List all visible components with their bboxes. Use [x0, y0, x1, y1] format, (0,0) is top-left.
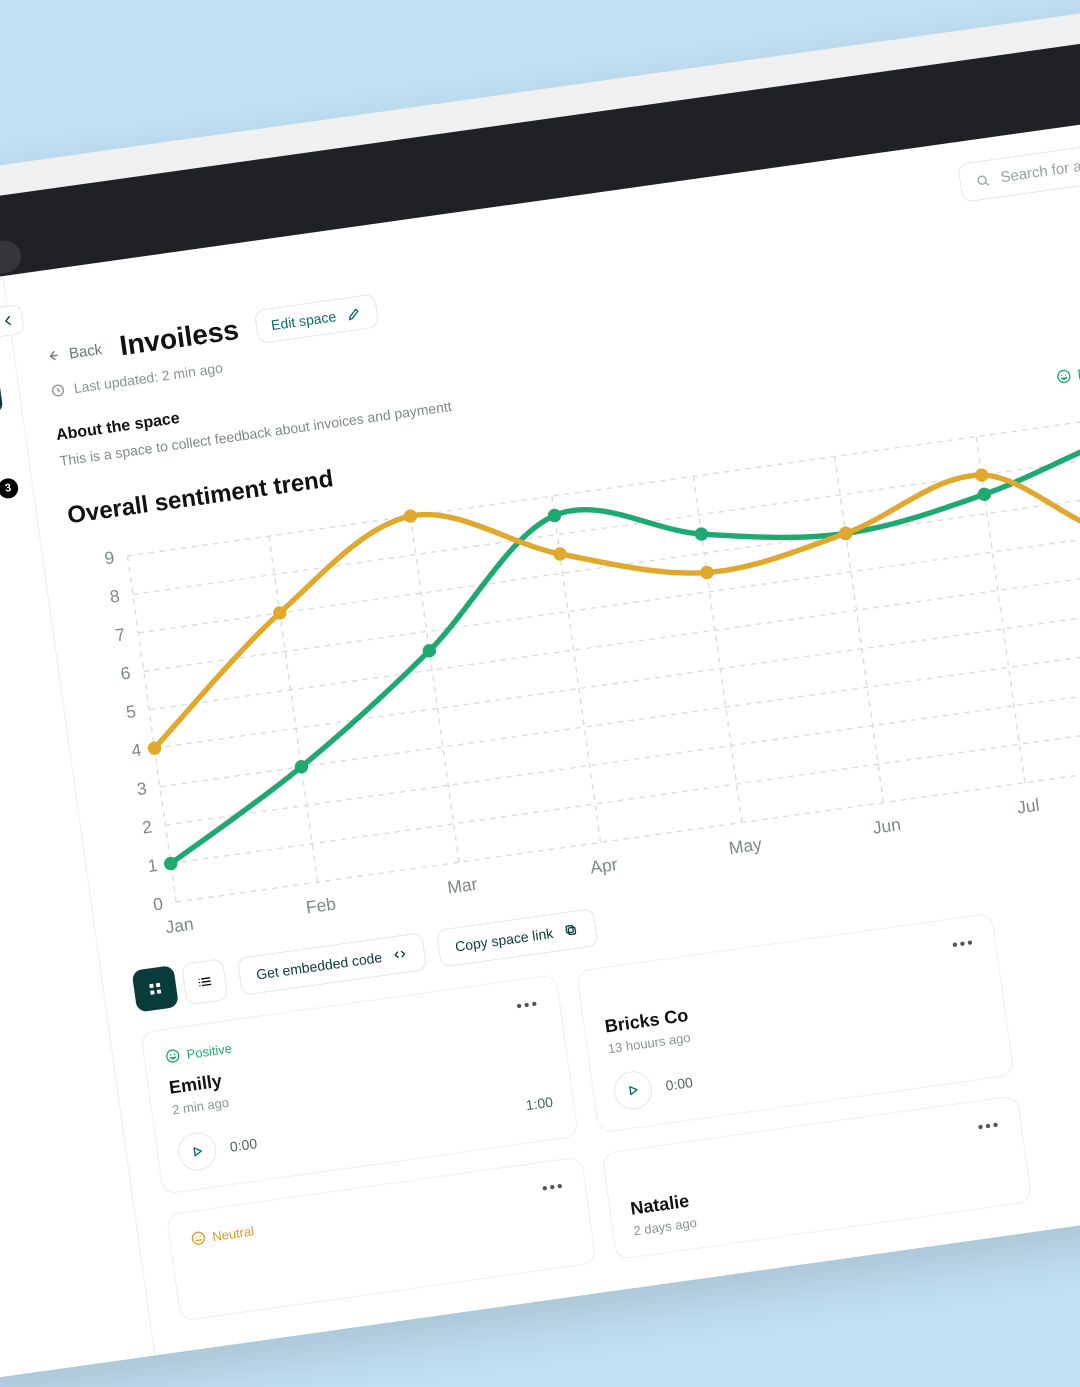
card-menu-button[interactable]: •••: [515, 996, 540, 1017]
play-button[interactable]: [176, 1130, 219, 1173]
copy-icon: [562, 922, 580, 940]
back-button[interactable]: Back: [44, 341, 103, 366]
edit-space-label: Edit space: [270, 308, 337, 333]
copy-label: Copy space link: [454, 925, 554, 955]
sidebar-item-spaces[interactable]: Spaces 3: [0, 480, 16, 525]
smile-icon: [164, 1047, 182, 1065]
card-menu-button[interactable]: •••: [951, 935, 976, 956]
search-icon: [974, 171, 992, 189]
svg-text:May: May: [728, 834, 764, 858]
sidebar-badge: 3: [0, 477, 19, 500]
play-button[interactable]: [612, 1069, 655, 1112]
list-icon: [196, 973, 214, 991]
back-label: Back: [68, 341, 103, 362]
svg-text:5: 5: [125, 701, 137, 722]
svg-text:4: 4: [130, 740, 143, 761]
new-message-button[interactable]: New message +: [0, 372, 4, 439]
svg-text:2: 2: [141, 816, 153, 837]
neutral-face-icon: [189, 1230, 207, 1248]
chevron-left-icon: [0, 312, 17, 330]
legend-positive: Positive: [1055, 360, 1080, 386]
svg-text:Jul: Jul: [1016, 795, 1041, 818]
feedback-card[interactable]: Positive ••• Emilly 2 min ago 0:00 1:00: [140, 974, 579, 1195]
sidebar-item-help[interactable]: ? Help: [0, 638, 38, 683]
sentiment-badge: Neutral: [189, 1223, 255, 1248]
legend-label: Positive: [1076, 360, 1080, 383]
arrow-left-icon: [44, 347, 62, 365]
svg-text:Jan: Jan: [164, 914, 195, 938]
player-current: 0:00: [665, 1074, 694, 1094]
sidebar-item-voice-messages[interactable]: Voice messages: [0, 519, 21, 564]
svg-text:1: 1: [146, 855, 158, 876]
smile-icon: [1055, 367, 1073, 385]
svg-text:3: 3: [136, 778, 148, 799]
svg-text:9: 9: [103, 547, 115, 568]
svg-text:Mar: Mar: [446, 874, 479, 898]
grid-view-button[interactable]: [132, 965, 179, 1012]
copy-link-button[interactable]: Copy space link: [436, 908, 599, 968]
player-duration: 1:00: [525, 1094, 554, 1114]
list-view-button[interactable]: [181, 958, 228, 1005]
svg-text:Feb: Feb: [305, 894, 338, 918]
sidebar-item-videos[interactable]: Videos coming soon: [0, 559, 27, 604]
chart-legend: Positive Neutral: [1055, 340, 1080, 385]
embed-code-button[interactable]: Get embedded code: [237, 932, 427, 996]
collapse-sidebar-button[interactable]: [0, 304, 25, 338]
page-title: Invoiless: [118, 314, 241, 362]
svg-text:8: 8: [109, 586, 121, 607]
svg-text:Jun: Jun: [871, 814, 902, 838]
svg-text:Apr: Apr: [589, 854, 619, 878]
play-icon: [624, 1082, 642, 1100]
main-content: Search for anything Back Invoiless Edit …: [4, 99, 1080, 1355]
search-placeholder: Search for anything: [999, 151, 1080, 186]
player-current: 0:00: [229, 1136, 258, 1156]
card-menu-button[interactable]: •••: [541, 1178, 566, 1199]
grid-icon: [146, 980, 164, 998]
play-icon: [188, 1143, 206, 1161]
sentiment-badge: Positive: [164, 1040, 233, 1065]
edit-space-button[interactable]: Edit space: [254, 294, 379, 345]
feedback-card[interactable]: ••• Bricks Co 13 houurs ago 0:00: [576, 913, 1015, 1134]
embed-label: Get embedded code: [255, 949, 383, 983]
code-icon: [391, 946, 409, 964]
svg-text:6: 6: [119, 663, 131, 684]
clock-icon: [49, 381, 67, 399]
card-menu-button[interactable]: •••: [977, 1117, 1002, 1138]
sidebar-item-settings[interactable]: Settings: [0, 598, 32, 643]
svg-text:0: 0: [152, 893, 165, 914]
svg-text:7: 7: [114, 624, 126, 645]
pencil-icon: [345, 305, 363, 323]
